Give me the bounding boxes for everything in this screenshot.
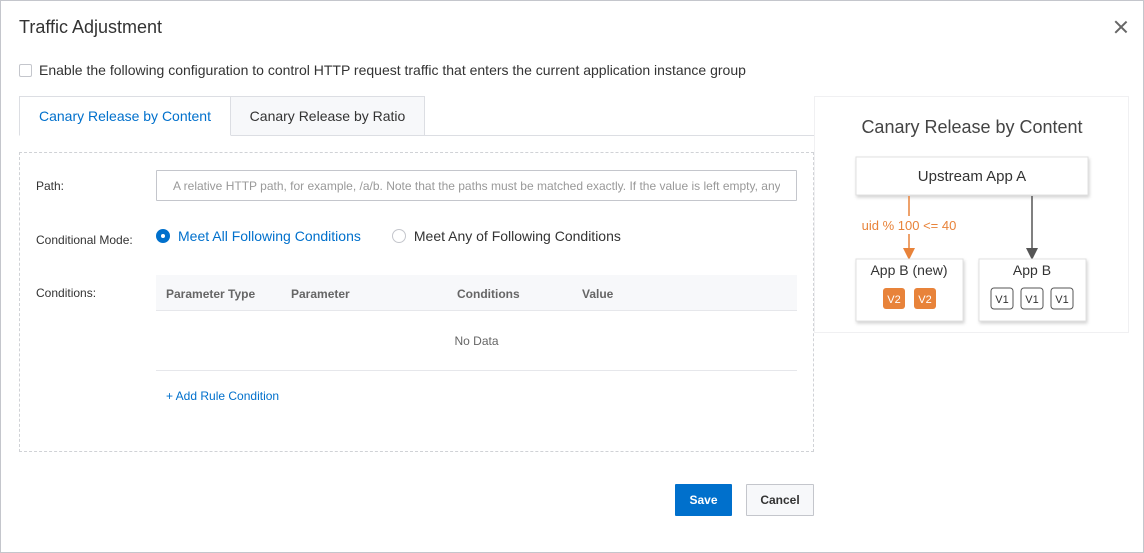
enable-config-label: Enable the following configuration to co… bbox=[39, 62, 746, 78]
enable-config-row[interactable]: Enable the following configuration to co… bbox=[19, 62, 746, 78]
upstream-label: Upstream App A bbox=[918, 168, 1026, 185]
add-rule-condition-link[interactable]: + Add Rule Condition bbox=[166, 389, 279, 403]
radio-meet-any-label: Meet Any of Following Conditions bbox=[413, 228, 621, 244]
new-app-box: App B (new) V2 V2 bbox=[855, 258, 964, 322]
column-parameter: Parameter bbox=[291, 287, 350, 301]
rule-label: uid % 100 <= 40 bbox=[862, 218, 957, 233]
diagram-title: Canary Release by Content bbox=[861, 117, 1082, 137]
canary-diagram-svg: Canary Release by Content Upstream App A… bbox=[855, 117, 1089, 322]
radio-meet-all[interactable]: Meet All Following Conditions bbox=[156, 228, 361, 244]
traffic-adjustment-dialog: Traffic Adjustment Enable the following … bbox=[0, 0, 1144, 553]
radio-checked-icon[interactable] bbox=[156, 229, 170, 243]
cancel-button[interactable]: Cancel bbox=[746, 484, 814, 516]
v2-instance-label: V2 bbox=[918, 294, 931, 306]
conditional-mode-radio-group: Meet All Following Conditions Meet Any o… bbox=[156, 228, 652, 244]
v1-instance-label: V1 bbox=[1055, 294, 1068, 306]
column-value: Value bbox=[582, 287, 614, 301]
new-app-label: App B (new) bbox=[870, 262, 947, 278]
old-app-box: App B V1 V1 V1 bbox=[978, 258, 1087, 322]
old-app-label: App B bbox=[1013, 262, 1051, 278]
enable-config-checkbox[interactable] bbox=[19, 63, 32, 77]
radio-meet-any[interactable]: Meet Any of Following Conditions bbox=[391, 228, 621, 244]
conditions-table: Parameter Type Parameter Conditions Valu… bbox=[156, 275, 797, 371]
conditions-label: Conditions: bbox=[36, 286, 97, 300]
v1-instance-label: V1 bbox=[1025, 294, 1038, 306]
dialog-title: Traffic Adjustment bbox=[19, 17, 163, 37]
radio-unchecked-icon[interactable] bbox=[391, 229, 406, 243]
column-conditions: Conditions bbox=[457, 287, 520, 301]
radio-meet-all-label: Meet All Following Conditions bbox=[178, 228, 361, 244]
save-button[interactable]: Save bbox=[675, 484, 732, 516]
tab-canary-by-ratio[interactable]: Canary Release by Ratio bbox=[231, 96, 425, 136]
v2-instance-label: V2 bbox=[887, 294, 900, 306]
path-input[interactable] bbox=[156, 170, 797, 201]
canary-diagram: Canary Release by Content Upstream App A… bbox=[814, 96, 1129, 333]
close-icon[interactable] bbox=[1113, 19, 1129, 35]
v1-instance-label: V1 bbox=[995, 294, 1008, 306]
table-empty-state: No Data bbox=[156, 311, 797, 371]
tab-canary-by-content[interactable]: Canary Release by Content bbox=[19, 96, 231, 136]
column-parameter-type: Parameter Type bbox=[166, 287, 256, 301]
upstream-box: Upstream App A bbox=[855, 156, 1089, 196]
table-header: Parameter Type Parameter Conditions Valu… bbox=[156, 275, 797, 311]
release-tabs: Canary Release by Content Canary Release… bbox=[19, 96, 425, 136]
path-label: Path: bbox=[36, 179, 65, 193]
tab-divider bbox=[425, 135, 815, 136]
conditional-mode-label: Conditional Mode: bbox=[36, 233, 133, 247]
